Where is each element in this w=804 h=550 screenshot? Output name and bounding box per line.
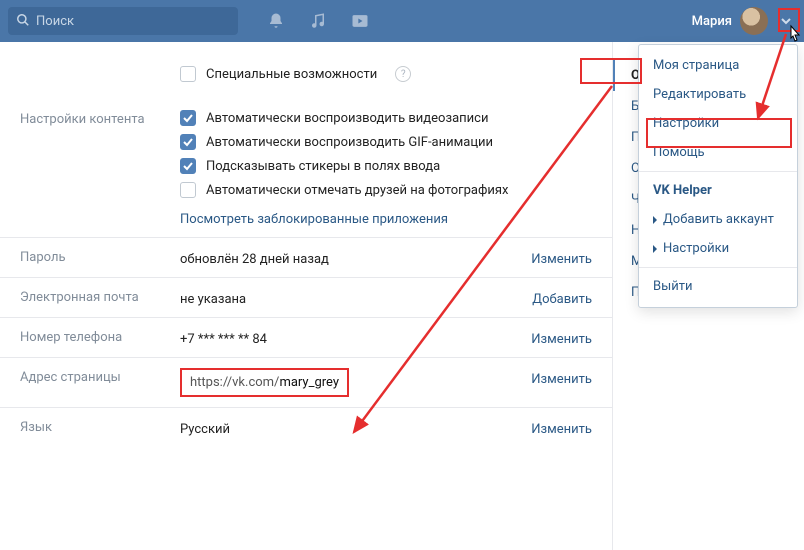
checkbox-label: Автоматически отмечать друзей на фотогра… xyxy=(206,183,508,198)
menu-vk-helper-header: VK Helper xyxy=(639,176,797,205)
menu-help[interactable]: Помощь xyxy=(639,138,797,167)
blocked-apps-link[interactable]: Посмотреть заблокированные приложения xyxy=(180,212,448,227)
checkbox-suggest-stickers[interactable]: Подсказывать стикеры в полях ввода xyxy=(180,158,592,174)
row-label: Язык xyxy=(20,418,180,435)
checkbox-autoplay-gif[interactable]: Автоматически воспроизводить GIF-анимаци… xyxy=(180,134,592,150)
triangle-icon xyxy=(653,216,657,224)
checkbox-icon xyxy=(180,110,196,126)
checkbox-icon xyxy=(180,182,196,198)
row-label: Пароль xyxy=(20,248,180,265)
menu-edit[interactable]: Редактировать xyxy=(639,80,797,109)
password-value: обновлён 28 дней назад xyxy=(180,252,329,267)
row-label: Настройки контента xyxy=(20,110,180,127)
address-prefix: https://vk.com/ xyxy=(190,375,279,390)
row-label: Номер телефона xyxy=(20,328,180,345)
search-input[interactable] xyxy=(36,14,230,29)
change-password-link[interactable]: Изменить xyxy=(531,252,592,267)
page-address-box: https://vk.com/mary_grey xyxy=(180,368,349,397)
address-suffix: mary_grey xyxy=(279,375,339,390)
bell-icon[interactable] xyxy=(266,11,286,31)
checkbox-autoplay-video[interactable]: Автоматически воспроизводить видеозаписи xyxy=(180,110,592,126)
change-language-link[interactable]: Изменить xyxy=(531,422,592,437)
cursor-pointer-icon xyxy=(784,24,804,54)
checkbox-autotag-friends[interactable]: Автоматически отмечать друзей на фотогра… xyxy=(180,182,592,198)
menu-settings[interactable]: Настройки xyxy=(639,109,797,138)
triangle-icon xyxy=(653,245,657,253)
checkbox-label: Подсказывать стикеры в полях ввода xyxy=(206,159,440,174)
avatar[interactable] xyxy=(740,7,768,35)
checkbox-icon xyxy=(180,158,196,174)
menu-add-account[interactable]: Добавить аккаунт xyxy=(639,205,797,234)
checkbox-icon xyxy=(180,134,196,150)
row-label: Адрес страницы xyxy=(20,368,180,385)
menu-logout[interactable]: Выйти xyxy=(639,272,797,301)
row-label: Электронная почта xyxy=(20,288,180,305)
language-value: Русский xyxy=(180,422,230,437)
checkbox-label: Специальные возможности xyxy=(206,67,377,82)
add-email-link[interactable]: Добавить xyxy=(532,292,592,307)
profile-dropdown: Моя страница Редактировать Настройки Пом… xyxy=(638,44,798,308)
top-right: Мария xyxy=(692,7,796,35)
change-address-link[interactable]: Изменить xyxy=(531,372,592,387)
email-value: не указана xyxy=(180,292,246,307)
username-label: Мария xyxy=(692,14,732,29)
checkbox-accessibility[interactable]: Специальные возможности ? xyxy=(180,66,592,82)
search-icon xyxy=(16,12,30,31)
phone-value: +7 *** *** ** 84 xyxy=(180,332,267,347)
main-panel: Специальные возможности ? Настройки конт… xyxy=(0,42,612,550)
change-phone-link[interactable]: Изменить xyxy=(531,332,592,347)
checkbox-label: Автоматически воспроизводить видеозаписи xyxy=(206,111,488,126)
menu-vh-settings[interactable]: Настройки xyxy=(639,234,797,263)
top-bar: Мария xyxy=(0,0,804,42)
music-icon[interactable] xyxy=(308,11,328,31)
top-icons xyxy=(266,11,370,31)
checkbox-icon xyxy=(180,66,196,82)
checkbox-label: Автоматически воспроизводить GIF-анимаци… xyxy=(206,135,493,150)
menu-my-page[interactable]: Моя страница xyxy=(639,51,797,80)
video-icon[interactable] xyxy=(350,11,370,31)
search-box[interactable] xyxy=(8,7,238,35)
help-icon[interactable]: ? xyxy=(395,66,411,82)
